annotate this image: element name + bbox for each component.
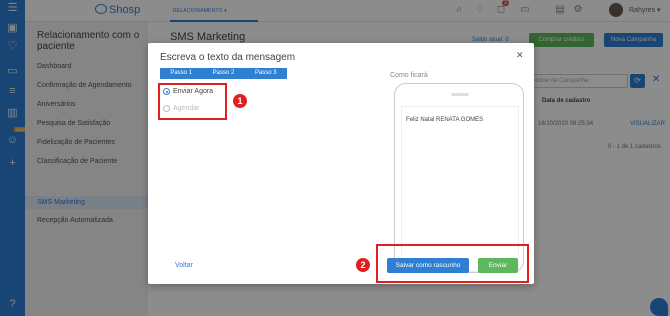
radio-send-now[interactable]: Enviar Agora bbox=[163, 88, 213, 95]
back-link[interactable]: Voltar bbox=[175, 262, 193, 269]
callout-1: 1 bbox=[233, 94, 247, 108]
radio-unchecked-icon bbox=[163, 105, 170, 112]
tab-step-1[interactable]: Passo 1 bbox=[160, 68, 202, 79]
close-icon[interactable]: ✕ bbox=[516, 50, 524, 61]
tab-step-2[interactable]: Passo 2 bbox=[202, 68, 244, 79]
preview-label: Como ficará bbox=[390, 72, 428, 79]
preview-message: Feliz Natal RENATA GOMES bbox=[406, 117, 484, 123]
phone-speaker bbox=[451, 93, 469, 96]
send-button[interactable]: Enviar bbox=[478, 258, 518, 273]
tab-step-3[interactable]: Passo 3 bbox=[245, 68, 287, 79]
highlight-box-2: Salvar como rascunho Enviar bbox=[376, 244, 529, 283]
highlight-box-1: Enviar Agora Agendar bbox=[158, 83, 227, 120]
save-draft-button[interactable]: Salvar como rascunho bbox=[387, 258, 469, 273]
step-tabs: Passo 1 Passo 2 Passo 3 bbox=[160, 68, 287, 79]
callout-2: 2 bbox=[356, 258, 370, 272]
radio-schedule[interactable]: Agendar bbox=[163, 105, 199, 112]
radio-send-now-label: Enviar Agora bbox=[173, 88, 214, 95]
message-modal: Escreva o texto da mensagem ✕ Passo 1 Pa… bbox=[148, 43, 534, 284]
radio-checked-icon bbox=[163, 88, 170, 95]
modal-title: Escreva o texto da mensagem bbox=[160, 52, 296, 63]
radio-schedule-label: Agendar bbox=[173, 105, 200, 112]
